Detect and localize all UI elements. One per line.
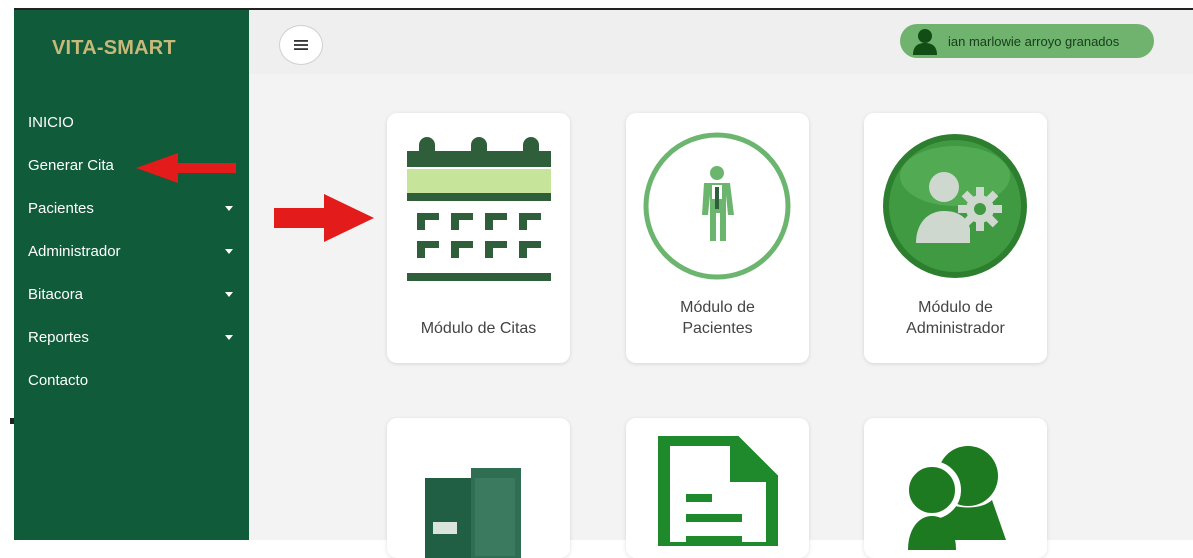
hamburger-icon: [294, 40, 308, 50]
sidebar-item-label: Reportes: [28, 329, 89, 346]
caret-down-icon: [225, 206, 233, 211]
user-name: ian marlowie arroyo granados: [948, 33, 1120, 49]
user-icon: [913, 29, 937, 55]
calendar-icon: [407, 137, 551, 281]
card-modulo-bitacora[interactable]: [387, 418, 570, 558]
card-modulo-administrador[interactable]: Módulo de Administrador: [864, 113, 1047, 363]
card-label: Módulo de Pacientes: [680, 299, 755, 337]
sidebar-item-inicio[interactable]: INICIO: [14, 113, 249, 156]
archive-icon: [425, 468, 521, 558]
sidebar-item-bitacora[interactable]: Bitacora: [14, 285, 249, 328]
sidebar-item-label: INICIO: [28, 114, 74, 131]
patient-icon: [643, 132, 791, 280]
card-modulo-pacientes[interactable]: Módulo de Pacientes: [626, 113, 809, 363]
brand-title: VITA-SMART: [52, 37, 176, 59]
red-arrow-left-icon: [136, 153, 236, 183]
sidebar-item-label: Administrador: [28, 243, 121, 260]
main-content: ian marlowie arroyo granados Módulo de C…: [249, 10, 1193, 558]
top-bar: ian marlowie arroyo granados: [249, 10, 1193, 74]
caret-down-icon: [225, 292, 233, 297]
sidebar-item-administrador[interactable]: Administrador: [14, 242, 249, 285]
menu-toggle-button[interactable]: [279, 25, 323, 65]
sidebar-item-contacto[interactable]: Contacto: [14, 371, 249, 414]
user-menu[interactable]: ian marlowie arroyo granados: [900, 24, 1154, 58]
card-modulo-reportes[interactable]: [626, 418, 809, 558]
caret-down-icon: [225, 249, 233, 254]
sidebar: VITA-SMART INICIO Generar Cita Pacientes…: [14, 10, 249, 540]
sidebar-item-label: Contacto: [28, 372, 89, 389]
sidebar-item-reportes[interactable]: Reportes: [14, 328, 249, 371]
sidebar-item-label: Generar Cita: [28, 157, 114, 174]
document-icon: [658, 436, 778, 546]
card-label: Módulo de Administrador: [906, 299, 1005, 337]
sidebar-item-pacientes[interactable]: Pacientes: [14, 199, 249, 242]
sidebar-item-label: Pacientes: [28, 200, 94, 217]
card-modulo-usuarios[interactable]: [864, 418, 1047, 558]
sidebar-item-label: Bitacora: [28, 286, 84, 303]
card-modulo-citas[interactable]: Módulo de Citas: [387, 113, 570, 363]
caret-down-icon: [225, 335, 233, 340]
red-arrow-right-icon: [274, 194, 374, 242]
admin-gear-icon: [883, 134, 1027, 278]
users-icon: [903, 446, 1006, 550]
card-label: Módulo de Citas: [420, 320, 537, 337]
